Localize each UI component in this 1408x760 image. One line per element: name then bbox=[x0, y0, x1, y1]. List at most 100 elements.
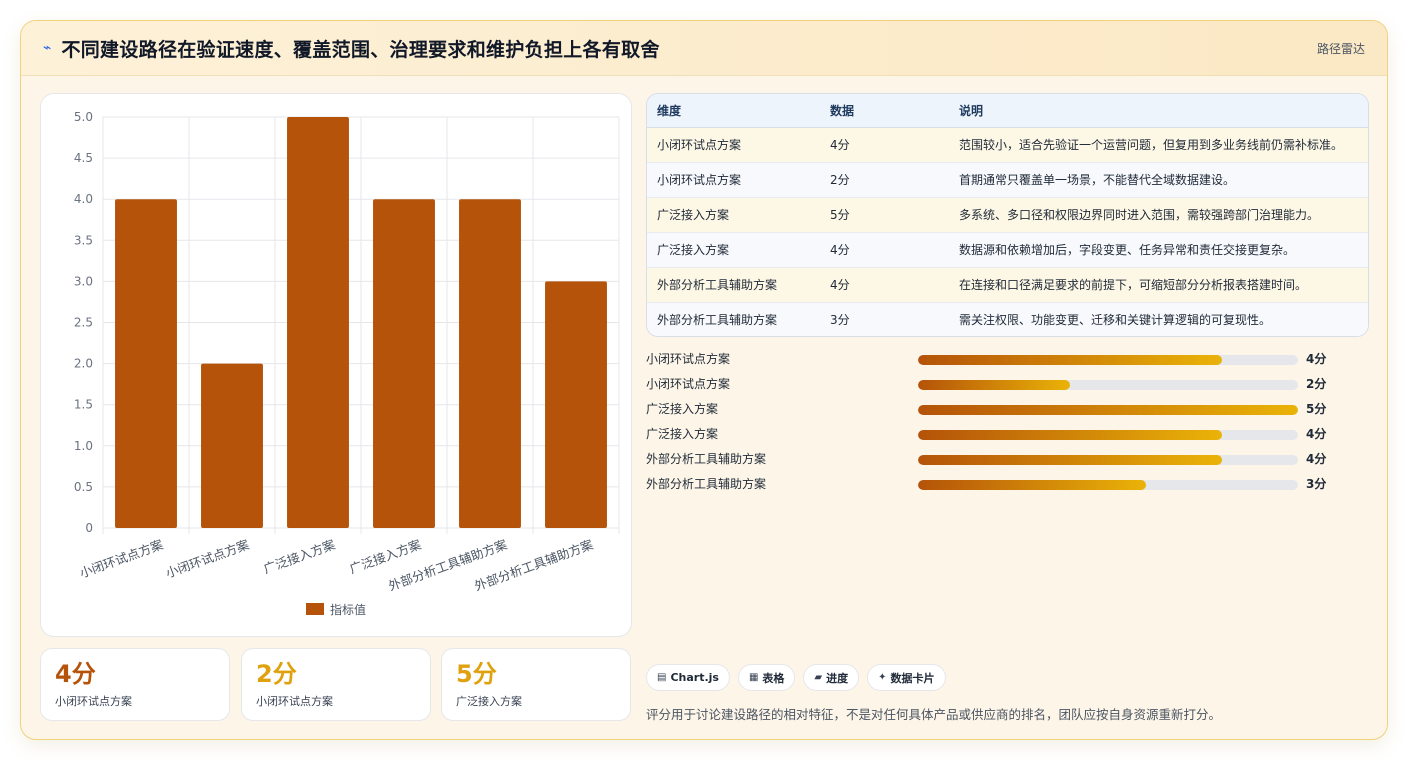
cell-dimension: 外部分析工具辅助方案 bbox=[657, 313, 778, 328]
cell-dimension: 广泛接入方案 bbox=[657, 243, 730, 257]
chip-label: 数据卡片 bbox=[890, 671, 935, 685]
kpi-card: 2分 小闭环试点方案 bbox=[241, 648, 431, 721]
progress-track bbox=[918, 455, 1298, 465]
y-tick-label: 1.0 bbox=[74, 439, 93, 453]
progress-track bbox=[918, 480, 1298, 490]
progress-fill bbox=[918, 380, 1070, 390]
progress-fill bbox=[918, 455, 1222, 465]
kpi-label: 广泛接入方案 bbox=[456, 695, 522, 708]
progress-track bbox=[918, 430, 1298, 440]
cell-dimension: 广泛接入方案 bbox=[657, 208, 730, 222]
header-tag: 路径雷达 bbox=[1316, 41, 1365, 56]
chip-table[interactable]: ▦ 表格 bbox=[737, 664, 796, 691]
progress-row: 外部分析工具辅助方案 4分 bbox=[646, 446, 1369, 471]
bar bbox=[373, 199, 435, 528]
progress-fill bbox=[918, 480, 1146, 490]
cell-note: 多系统、多口径和权限边界同时进入范围，需较强跨部门治理能力。 bbox=[959, 208, 1320, 222]
chip-label: Chart.js bbox=[670, 671, 719, 684]
tech-chips: ▤ Chart.js ▦ 表格 ▰ 进度 ✦ 数据卡片 bbox=[646, 664, 946, 691]
table-row: 广泛接入方案 4分 数据源和依赖增加后，字段变更、任务异常和责任交接更复杂。 bbox=[647, 232, 1368, 267]
progress-label: 广泛接入方案 bbox=[646, 427, 719, 441]
header: ⌁ 不同建设路径在验证速度、覆盖范围、治理要求和维护负担上各有取舍 路径雷达 bbox=[21, 21, 1387, 76]
cell-note: 数据源和依赖增加后，字段变更、任务异常和责任交接更复杂。 bbox=[959, 243, 1296, 257]
progress-icon: ▰ bbox=[814, 672, 823, 683]
table-header-row: 维度 数据 说明 bbox=[647, 94, 1368, 128]
cell-value: 5分 bbox=[830, 208, 850, 222]
chip-progress[interactable]: ▰ 进度 bbox=[803, 664, 860, 691]
x-tick-label: 小闭环试点方案 bbox=[78, 537, 166, 581]
progress-fill bbox=[918, 430, 1222, 440]
kpi-value: 2分 bbox=[256, 660, 297, 688]
progress-value: 3分 bbox=[1306, 477, 1327, 491]
progress-label: 广泛接入方案 bbox=[646, 402, 719, 416]
y-tick-label: 1.5 bbox=[74, 398, 93, 412]
column-header: 维度 bbox=[647, 94, 820, 128]
cell-dimension: 外部分析工具辅助方案 bbox=[657, 278, 778, 292]
progress-label: 小闭环试点方案 bbox=[646, 352, 731, 366]
chip-chartjs[interactable]: ▤ Chart.js bbox=[646, 664, 730, 691]
progress-row: 广泛接入方案 4分 bbox=[646, 421, 1369, 446]
cell-value: 3分 bbox=[830, 313, 850, 328]
kpi-value: 5分 bbox=[456, 660, 497, 688]
table-row: 外部分析工具辅助方案 3分 需关注权限、功能变更、迁移和关键计算逻辑的可复现性。 bbox=[647, 302, 1368, 336]
chart-icon: ▤ bbox=[657, 672, 667, 683]
card-icon: ✦ bbox=[878, 672, 887, 683]
column-header: 数据 bbox=[820, 94, 949, 128]
x-tick-label: 广泛接入方案 bbox=[261, 537, 337, 577]
kpi-label: 小闭环试点方案 bbox=[55, 695, 132, 708]
progress-row: 小闭环试点方案 4分 bbox=[646, 346, 1369, 371]
report-card: ⌁ 不同建设路径在验证速度、覆盖范围、治理要求和维护负担上各有取舍 路径雷达 0… bbox=[20, 20, 1388, 740]
progress-label: 小闭环试点方案 bbox=[646, 377, 731, 391]
table-row: 外部分析工具辅助方案 4分 在连接和口径满足要求的前提下，可缩短部分分析报表搭建… bbox=[647, 267, 1368, 302]
progress-track bbox=[918, 405, 1298, 415]
kpi-card: 5分 广泛接入方案 bbox=[441, 648, 631, 721]
progress-value: 2分 bbox=[1306, 377, 1327, 391]
cell-note: 在连接和口径满足要求的前提下，可缩短部分分析报表搭建时间。 bbox=[959, 278, 1308, 292]
chip-data-card[interactable]: ✦ 数据卡片 bbox=[867, 664, 946, 691]
progress-row: 小闭环试点方案 2分 bbox=[646, 371, 1369, 396]
cell-value: 4分 bbox=[830, 278, 850, 292]
chip-label: 进度 bbox=[826, 671, 849, 685]
cell-value: 4分 bbox=[830, 243, 850, 257]
progress-label: 外部分析工具辅助方案 bbox=[646, 477, 767, 491]
progress-fill bbox=[918, 355, 1222, 365]
table-icon: ▦ bbox=[748, 672, 759, 683]
cell-note: 首期通常只覆盖单一场景，不能替代全域数据建设。 bbox=[959, 173, 1236, 187]
trend-icon: ⌁ bbox=[43, 40, 52, 56]
progress-fill bbox=[918, 405, 1298, 415]
column-header: 说明 bbox=[949, 94, 1368, 128]
page-title: 不同建设路径在验证速度、覆盖范围、治理要求和维护负担上各有取舍 bbox=[61, 38, 660, 61]
table-row: 小闭环试点方案 4分 范围较小，适合先验证一个运营问题，但复用到多业务线前仍需补… bbox=[647, 127, 1368, 162]
bar bbox=[115, 199, 177, 528]
bar bbox=[545, 281, 607, 528]
data-table: 维度 数据 说明 小闭环试点方案 4分 范围较小，适合先验证一个运营问题，但复用… bbox=[646, 93, 1369, 337]
bar bbox=[459, 199, 521, 528]
bar-chart: 0 0.5 1.0 1.5 2.0 2.5 3.0 3.5 4.0 4.5 5.0 小闭环试点方案小闭… bbox=[74, 110, 620, 617]
y-tick-label: 0.5 bbox=[74, 480, 93, 494]
bar-chart-panel: 0 0.5 1.0 1.5 2.0 2.5 3.0 3.5 4.0 4.5 5.0 小闭环试点方案 小闭… bbox=[40, 93, 632, 637]
progress-value: 4分 bbox=[1306, 352, 1327, 366]
kpi-label: 小闭环试点方案 bbox=[256, 695, 333, 708]
y-tick-label: 2.0 bbox=[74, 357, 93, 371]
progress-row: 外部分析工具辅助方案 3分 bbox=[646, 471, 1369, 496]
progress-value: 5分 bbox=[1306, 402, 1327, 416]
y-tick-label: 4.5 bbox=[74, 151, 93, 165]
legend-swatch bbox=[306, 603, 324, 615]
progress-track bbox=[918, 355, 1298, 365]
chip-label: 表格 bbox=[762, 671, 785, 685]
cell-note: 需关注权限、功能变更、迁移和关键计算逻辑的可复现性。 bbox=[959, 313, 1272, 328]
x-tick-label: 小闭环试点方案 bbox=[164, 537, 252, 581]
progress-row: 广泛接入方案 5分 bbox=[646, 396, 1369, 421]
y-tick-label: 5.0 bbox=[74, 110, 93, 124]
progress-label: 外部分析工具辅助方案 bbox=[646, 452, 767, 466]
progress-value: 4分 bbox=[1306, 427, 1327, 441]
progress-track bbox=[918, 380, 1298, 390]
progress-value: 4分 bbox=[1306, 452, 1327, 466]
kpi-value: 4分 bbox=[55, 660, 96, 688]
kpi-card: 4分 小闭环试点方案 bbox=[40, 648, 230, 721]
y-tick-label: 2.5 bbox=[74, 316, 93, 330]
cell-note: 范围较小，适合先验证一个运营问题，但复用到多业务线前仍需补标准。 bbox=[959, 138, 1344, 152]
bar bbox=[287, 117, 349, 528]
y-tick-label: 3.0 bbox=[74, 274, 93, 288]
y-tick-label: 4.0 bbox=[74, 192, 93, 206]
